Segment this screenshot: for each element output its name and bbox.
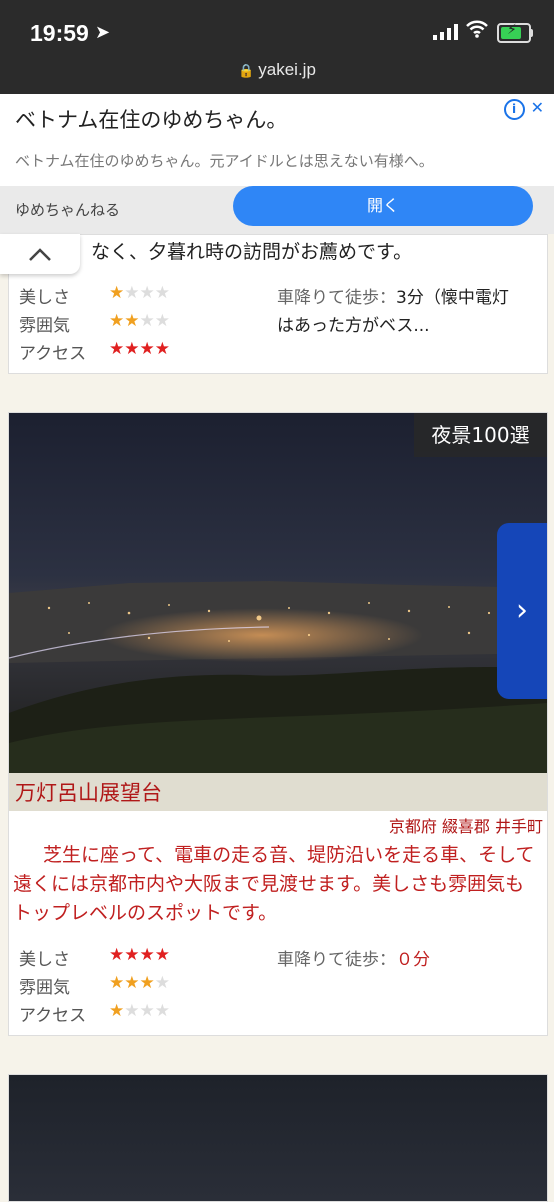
- star-filled-icon: ★: [109, 973, 125, 993]
- ad-footer: ゆめちゃんねる 開く: [0, 186, 554, 234]
- ad-description: ベトナム在住のゆめちゃん。元アイドルとは思えない有様へ。: [15, 152, 434, 170]
- star-filled-icon: ★: [109, 283, 125, 303]
- rating-stars: ★★★★: [109, 973, 170, 993]
- spot-description: なく、夕暮れ時の訪問がお薦めです。: [91, 241, 413, 263]
- ad-source: ゆめちゃんねる: [15, 201, 121, 219]
- star-filled-icon: ★: [109, 339, 125, 359]
- night-view-photo[interactable]: [9, 1075, 547, 1201]
- star-filled-icon: ★: [139, 973, 155, 993]
- rating-stars: ★★★★: [109, 945, 170, 965]
- battery-icon: ⚡: [497, 22, 531, 43]
- signal-icon: [433, 24, 458, 40]
- star-empty-icon: ★: [139, 1001, 155, 1021]
- walk-info: 車降りて徒歩：3分（懐中電灯: [277, 288, 509, 308]
- star-filled-icon: ★: [124, 311, 140, 331]
- star-filled-icon: ★: [109, 311, 125, 331]
- clock: 19:59: [30, 20, 89, 46]
- chevron-right-icon: ›: [516, 593, 528, 628]
- star-empty-icon: ★: [139, 311, 155, 331]
- star-empty-icon: ★: [154, 973, 170, 993]
- star-filled-icon: ★: [109, 1001, 125, 1021]
- star-empty-icon: ★: [124, 283, 140, 303]
- collapse-button[interactable]: [0, 234, 80, 274]
- star-filled-icon: ★: [109, 945, 125, 965]
- ad-open-button[interactable]: 開く: [233, 186, 533, 226]
- spot-name[interactable]: 万灯呂山展望台: [15, 777, 162, 807]
- rating-label: アクセス: [19, 344, 87, 364]
- star-empty-icon: ★: [124, 1001, 140, 1021]
- star-empty-icon: ★: [154, 283, 170, 303]
- ad-close-icon[interactable]: ✕: [531, 98, 544, 117]
- star-empty-icon: ★: [139, 283, 155, 303]
- star-filled-icon: ★: [154, 945, 170, 965]
- badge-top100: 夜景100選: [414, 413, 547, 457]
- ad-info-icon[interactable]: i: [503, 99, 525, 120]
- lock-icon: 🔒: [238, 63, 255, 78]
- chevron-up-icon: [29, 248, 51, 261]
- night-photo-image: [9, 413, 547, 773]
- next-photo-button[interactable]: ›: [497, 523, 547, 699]
- rating-label: 雰囲気: [19, 316, 70, 336]
- wifi-icon: [466, 20, 488, 38]
- walk-info: 車降りて徒歩：０分: [277, 950, 430, 970]
- star-filled-icon: ★: [124, 973, 140, 993]
- rating-label: 美しさ: [19, 288, 70, 308]
- spot-title-bar: 万灯呂山展望台: [9, 773, 547, 811]
- rating-stars: ★★★★: [109, 339, 170, 359]
- rating-stars: ★★★★: [109, 1001, 170, 1021]
- walk-info-cont: はあった方がベス...: [277, 316, 430, 336]
- spot-card-next[interactable]: [8, 1074, 548, 1202]
- star-filled-icon: ★: [154, 339, 170, 359]
- rating-label: 雰囲気: [19, 978, 70, 998]
- rating-label: アクセス: [19, 1006, 87, 1026]
- ad-title[interactable]: ベトナム在住のゆめちゃん。: [15, 104, 287, 134]
- star-filled-icon: ★: [139, 339, 155, 359]
- spot-card[interactable]: 夜景100選 › 万灯呂山展望台 京都府 綴喜郡 井手町 芝生に座って、電車の走…: [8, 412, 548, 1036]
- star-empty-icon: ★: [154, 1001, 170, 1021]
- rating-stars: ★★★★: [109, 311, 170, 331]
- rating-stars: ★★★★: [109, 283, 170, 303]
- star-filled-icon: ★: [124, 339, 140, 359]
- address-bar[interactable]: 🔒 yakei.jp: [0, 60, 554, 80]
- rating-label: 美しさ: [19, 950, 70, 970]
- status-bar: 19:59 ➤ ⚡ 🔒 yakei.jp: [0, 0, 554, 94]
- spot-location: 京都府 綴喜郡 井手町: [388, 817, 543, 836]
- night-view-photo[interactable]: 夜景100選 ›: [9, 413, 547, 773]
- star-filled-icon: ★: [124, 945, 140, 965]
- ad-banner[interactable]: ベトナム在住のゆめちゃん。 i ✕ ベトナム在住のゆめちゃん。元アイドルとは思えな…: [0, 94, 554, 234]
- location-arrow-icon: ➤: [95, 22, 111, 43]
- spot-description: 芝生に座って、電車の走る音、堤防沿いを走る車、そして遠くには京都市内や大阪まで見…: [13, 844, 535, 924]
- spot-card-previous: なく、夕暮れ時の訪問がお薦めです。 美しさ ★★★★ 雰囲気 ★★★★ アクセス…: [8, 234, 548, 374]
- ad-controls: i ✕: [503, 98, 544, 120]
- star-empty-icon: ★: [154, 311, 170, 331]
- star-filled-icon: ★: [139, 945, 155, 965]
